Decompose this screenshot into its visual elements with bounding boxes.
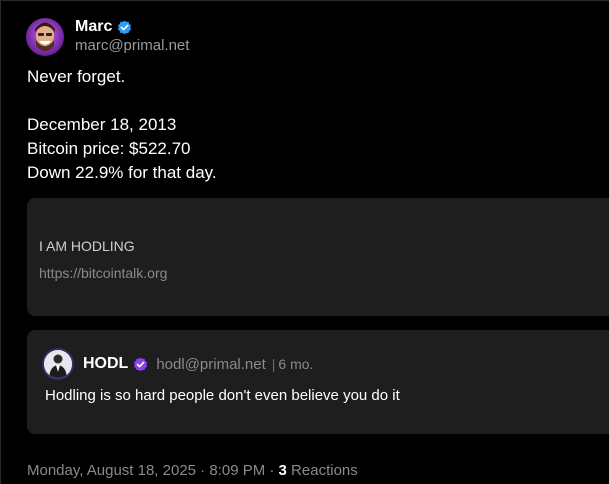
quoted-note-header: HODL hodl@primal.net | 6 mo. [44,350,313,378]
note-view: Marc marc@primal.net Never forget. Decem… [0,0,609,484]
link-preview-url[interactable]: https://bitcointalk.org [39,265,167,281]
post-timestamp: Monday, August 18, 2025 · 8:09 PM · [27,462,279,479]
quoted-author-avatar[interactable] [44,350,72,378]
avatar-face-icon [35,22,55,51]
link-preview-title: I AM HODLING [39,238,135,254]
author-names: Marc marc@primal.net [75,18,189,55]
author-handle[interactable]: marc@primal.net [75,37,189,55]
post-header: Marc marc@primal.net [26,18,189,56]
reactions-count[interactable]: 3 [279,462,287,479]
quoted-note-text: Hodling is so hard people don't even bel… [45,387,400,404]
post-footer: Monday, August 18, 2025 · 8:09 PM · 3 Re… [27,462,358,479]
author-name-row: Marc [75,18,189,36]
reactions-label[interactable]: Reactions [287,462,358,479]
quoted-author-name[interactable]: HODL [83,355,128,373]
quoted-author-handle[interactable]: hodl@primal.net [156,356,265,373]
verified-badge-icon [117,20,132,35]
avatar-suit-icon [44,350,72,378]
separator: | [271,356,276,372]
link-preview-card[interactable]: I AM HODLING https://bitcointalk.org [27,198,609,316]
author-avatar[interactable] [26,18,64,56]
author-name[interactable]: Marc [75,18,112,36]
quoted-note-card[interactable]: HODL hodl@primal.net | 6 mo. Hodling is … [27,330,609,434]
verified-badge-icon [133,357,148,372]
post-text: Never forget. December 18, 2013 Bitcoin … [27,67,217,182]
quoted-note-time[interactable]: 6 mo. [278,356,313,372]
